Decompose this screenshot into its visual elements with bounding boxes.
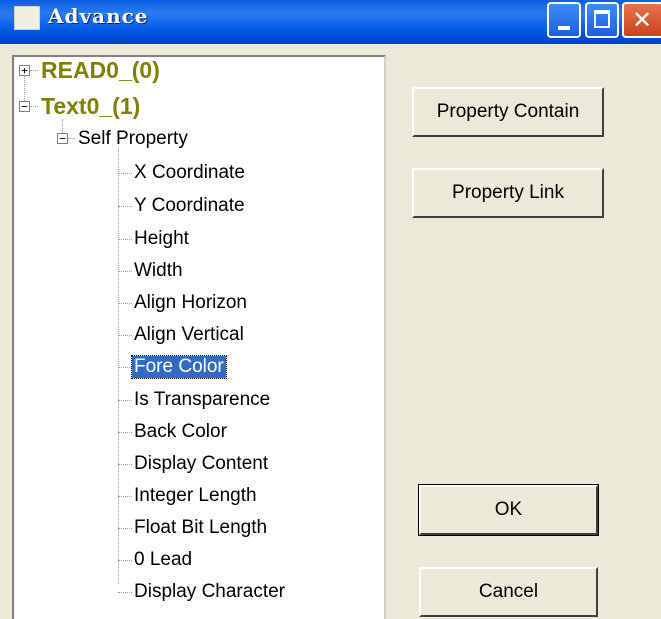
tree-item-is-transparence[interactable]: Is Transparence bbox=[134, 389, 270, 411]
tree-item-integer-length[interactable]: Integer Length bbox=[134, 485, 257, 507]
tree-connector bbox=[118, 432, 132, 433]
tree-connector bbox=[118, 239, 132, 240]
tree-group-self-property[interactable]: Self Property bbox=[78, 128, 188, 150]
maximize-icon bbox=[594, 10, 610, 28]
tree-root-text0[interactable]: Text0_(1) bbox=[41, 93, 140, 119]
window-title: Advance bbox=[48, 4, 149, 28]
property-tree[interactable]: + READ0_(0) − Text0_(1) − Self Property … bbox=[12, 55, 386, 619]
close-icon: ✕ bbox=[632, 6, 653, 34]
maximize-button[interactable] bbox=[585, 2, 619, 38]
tree-item-align-vertical[interactable]: Align Vertical bbox=[134, 324, 244, 346]
tree-connector bbox=[118, 206, 132, 207]
tree-connector bbox=[118, 560, 132, 561]
window-icon bbox=[14, 6, 40, 30]
tree-connector bbox=[118, 400, 132, 401]
tree-item-height[interactable]: Height bbox=[134, 228, 189, 250]
tree-connector bbox=[30, 106, 38, 107]
ok-button[interactable]: OK bbox=[418, 484, 599, 536]
tree-connector bbox=[118, 173, 132, 174]
tree-connector bbox=[118, 592, 132, 593]
tree-item-float-bit-length[interactable]: Float Bit Length bbox=[134, 517, 267, 539]
tree-connector bbox=[118, 496, 132, 497]
tree-item-width[interactable]: Width bbox=[134, 260, 183, 282]
tree-connector bbox=[118, 271, 132, 272]
collapse-icon[interactable]: − bbox=[19, 101, 30, 112]
tree-item-align-horizon[interactable]: Align Horizon bbox=[134, 292, 247, 314]
tree-connector bbox=[118, 335, 132, 336]
tree-item-back-color[interactable]: Back Color bbox=[134, 421, 227, 443]
tree-item-display-content[interactable]: Display Content bbox=[134, 453, 268, 475]
property-contain-button[interactable]: Property Contain bbox=[412, 87, 604, 137]
tree-root-read0[interactable]: READ0_(0) bbox=[41, 57, 160, 83]
expand-icon[interactable]: + bbox=[19, 65, 30, 76]
minimize-icon bbox=[558, 26, 570, 30]
tree-item-fore-color[interactable]: Fore Color bbox=[131, 355, 227, 379]
tree-connector bbox=[30, 70, 38, 71]
tree-connector bbox=[62, 119, 63, 133]
tree-connector bbox=[118, 147, 119, 584]
property-link-button[interactable]: Property Link bbox=[412, 168, 604, 218]
minimize-button[interactable] bbox=[547, 2, 581, 38]
title-bar[interactable]: Advance ✕ bbox=[0, 0, 661, 44]
tree-connector bbox=[118, 464, 132, 465]
tree-item-display-character[interactable]: Display Character bbox=[134, 581, 285, 603]
collapse-icon[interactable]: − bbox=[57, 133, 68, 144]
tree-connector bbox=[118, 528, 132, 529]
tree-connector bbox=[118, 303, 132, 304]
cancel-button[interactable]: Cancel bbox=[419, 567, 598, 617]
tree-item-0-lead[interactable]: 0 Lead bbox=[134, 549, 192, 571]
tree-item-y-coordinate[interactable]: Y Coordinate bbox=[134, 195, 245, 217]
close-button[interactable]: ✕ bbox=[622, 2, 661, 38]
tree-connector bbox=[118, 367, 132, 368]
tree-item-x-coordinate[interactable]: X Coordinate bbox=[134, 162, 245, 184]
tree-connector bbox=[68, 138, 75, 139]
